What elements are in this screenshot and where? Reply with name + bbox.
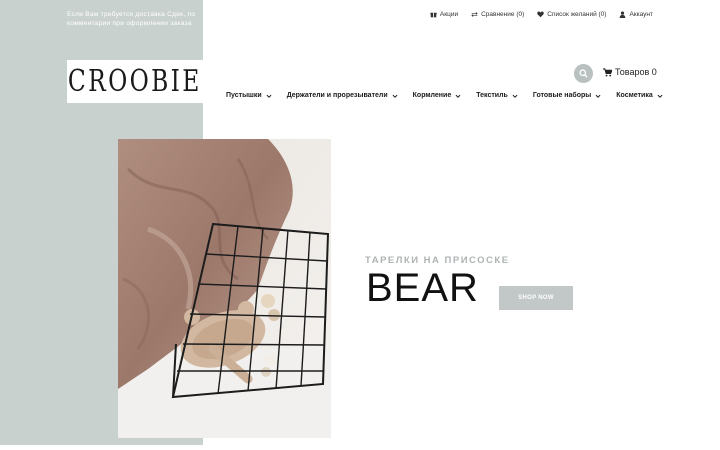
cart-button[interactable]: Товаров 0	[603, 67, 657, 77]
cart-label: Товаров 0	[615, 67, 657, 77]
compare-icon	[471, 12, 478, 17]
nav-item-label: Готовые наборы	[532, 92, 592, 99]
nav-item-label: Держатели и прорезыватели	[286, 92, 388, 99]
account-link[interactable]: Аккаунт	[619, 11, 653, 18]
nav-item-cosmetics[interactable]: Косметика	[616, 92, 663, 99]
nav-item-textile[interactable]: Текстиль	[476, 92, 518, 99]
search-icon	[579, 69, 588, 78]
hero-image	[118, 139, 331, 438]
gift-icon	[430, 12, 437, 18]
main-nav: Пустышки Держатели и прорезыватели Кормл…	[226, 92, 663, 99]
chevron-down-icon	[595, 94, 601, 98]
nav-item-feeding[interactable]: Кормление	[413, 92, 462, 99]
nav-item-label: Пустышки	[226, 92, 262, 99]
promotions-label: Акции	[439, 11, 459, 18]
logo[interactable]: CROOBIE	[67, 60, 203, 103]
wishlist-label: Список желаний (0)	[547, 11, 607, 18]
wishlist-link[interactable]: Список желаний (0)	[537, 11, 606, 18]
notice-line-2: комментарии при оформлении заказа	[67, 20, 192, 27]
nav-item-label: Кормление	[412, 92, 452, 99]
nav-item-pacifiers[interactable]: Пустышки	[226, 92, 272, 99]
nav-item-label: Текстиль	[476, 92, 508, 99]
chevron-down-icon	[455, 94, 461, 98]
chevron-down-icon	[657, 94, 663, 98]
heart-icon	[537, 11, 545, 18]
delivery-notice: Если Вам требуется доставка Сдек, по ком…	[67, 10, 203, 32]
promotions-link[interactable]: Акции	[430, 11, 458, 18]
hero-subtitle: ТАРЕЛКИ НА ПРИСОСКЕ	[365, 255, 510, 266]
shop-now-button[interactable]: SHOP NOW	[499, 286, 573, 310]
logo-text: CROOBIE	[68, 64, 202, 99]
compare-label: Сравнение (0)	[481, 11, 525, 18]
user-icon	[620, 11, 626, 18]
top-links: Акции Сравнение (0) Список желаний (0) А…	[430, 11, 653, 18]
hero-title: BEAR	[366, 266, 479, 310]
cart-icon	[603, 67, 612, 77]
account-label: Аккаунт	[629, 11, 653, 18]
nav-item-holders[interactable]: Держатели и прорезыватели	[287, 92, 398, 99]
compare-link[interactable]: Сравнение (0)	[471, 11, 524, 18]
chevron-down-icon	[392, 94, 398, 98]
search-button[interactable]	[574, 64, 593, 83]
notice-line-1: Если Вам требуется доставка Сдек, по	[67, 11, 196, 18]
chevron-down-icon	[266, 94, 272, 98]
chevron-down-icon	[512, 94, 518, 98]
hero-photo-illustration	[118, 139, 331, 438]
nav-item-sets[interactable]: Готовые наборы	[533, 92, 601, 99]
nav-item-label: Косметика	[616, 92, 653, 99]
